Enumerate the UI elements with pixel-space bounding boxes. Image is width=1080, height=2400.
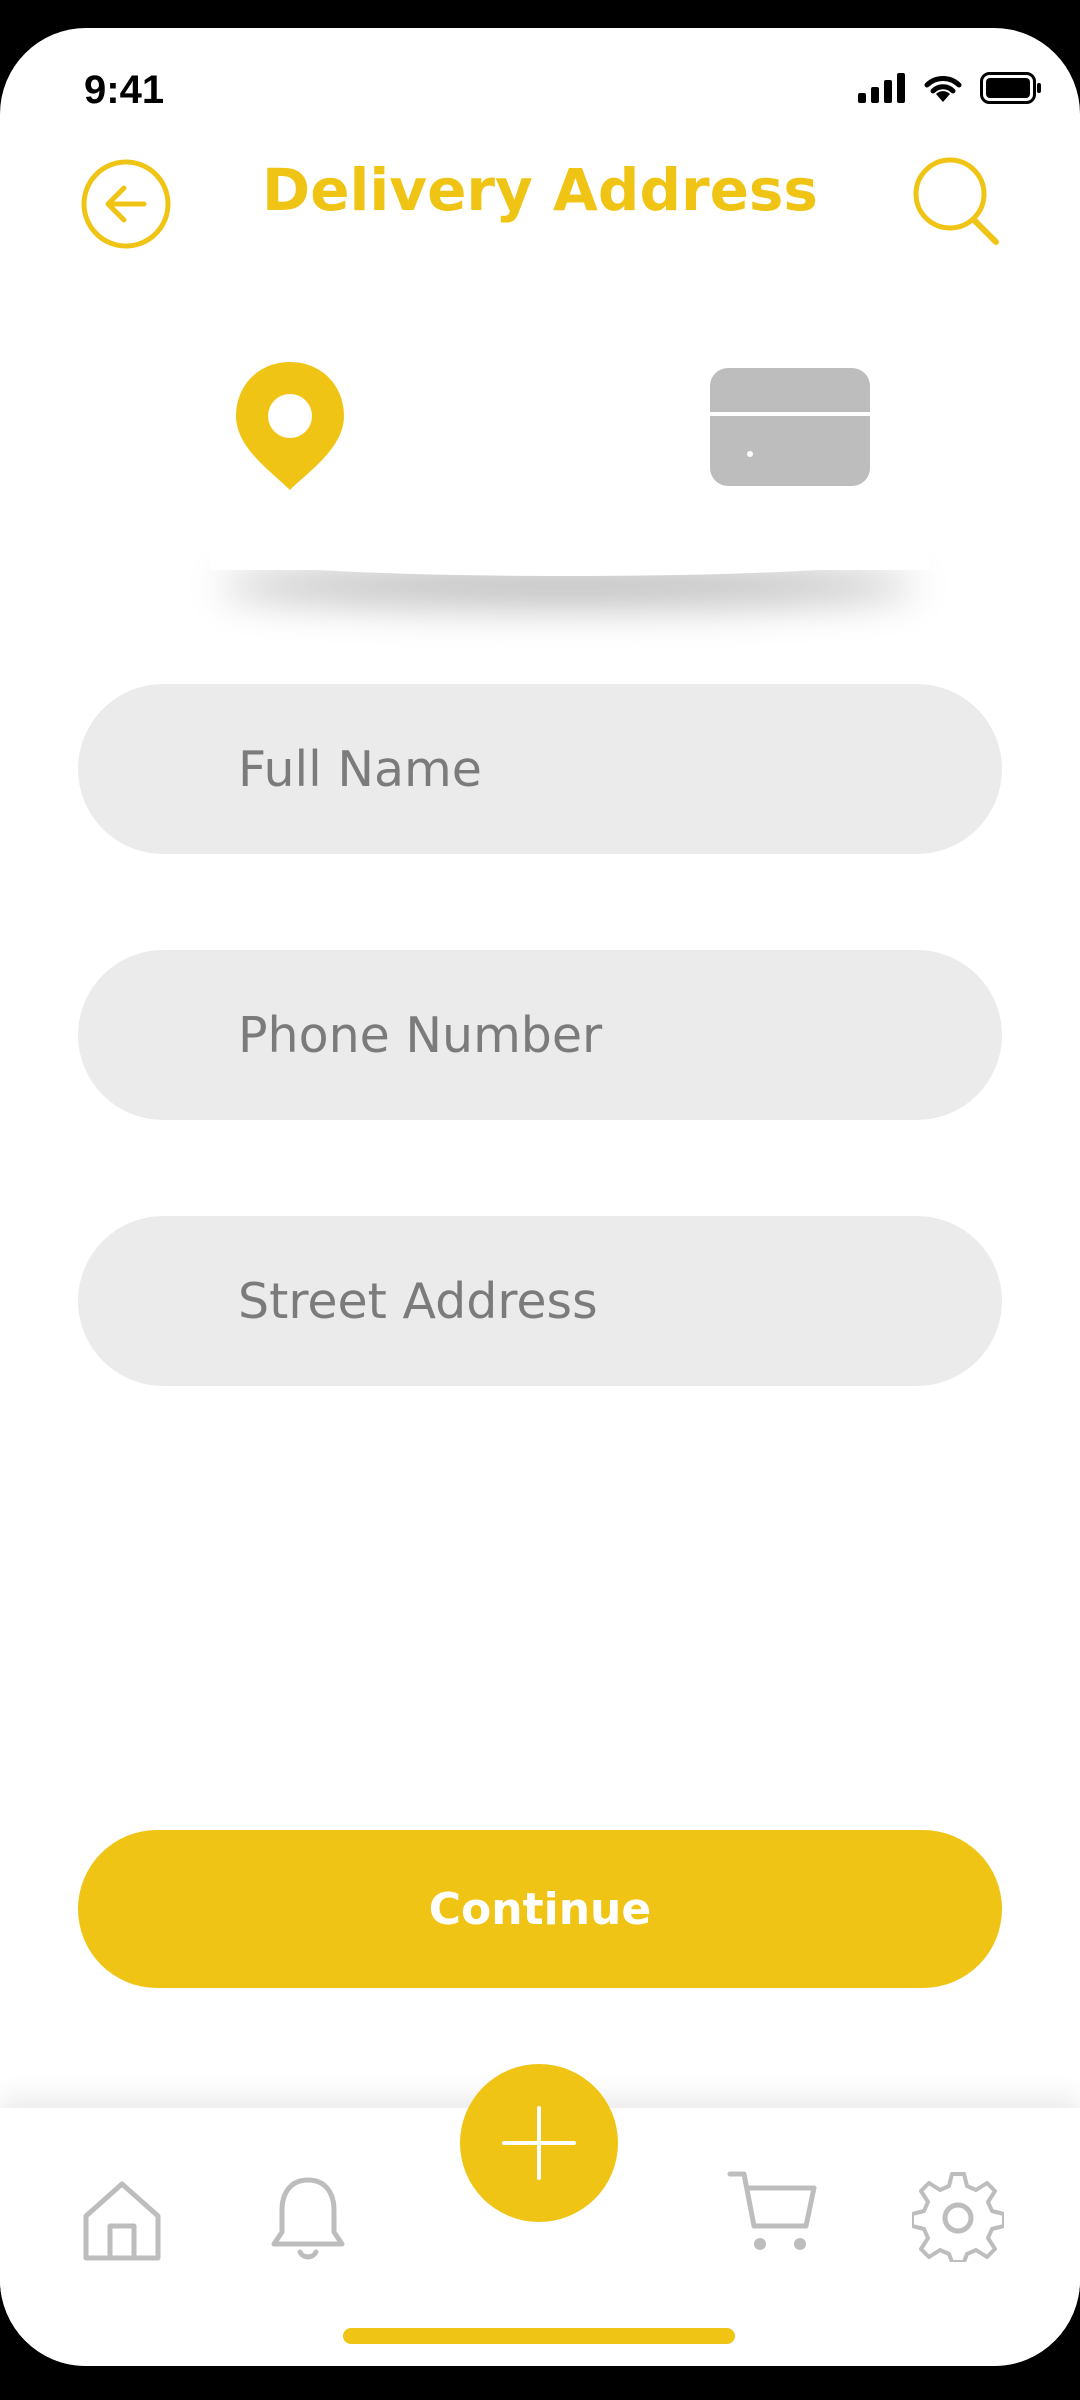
battery-icon (980, 72, 1041, 104)
gear-icon (910, 2172, 1006, 2264)
bell-icon (271, 2177, 345, 2260)
street-address-input[interactable] (238, 1216, 938, 1386)
status-icons (858, 72, 1042, 104)
status-time: 9:41 (84, 68, 165, 112)
phone-number-input[interactable] (238, 950, 938, 1120)
tab-home[interactable] (80, 2178, 164, 2266)
tab-notifications[interactable] (270, 2176, 346, 2270)
home-icon (83, 2181, 161, 2261)
checkout-steps (210, 348, 930, 570)
credit-card-icon[interactable] (710, 368, 870, 486)
full-name-input[interactable] (238, 684, 938, 854)
full-name-field[interactable] (78, 684, 1002, 854)
plus-icon (502, 2106, 576, 2180)
continue-button[interactable]: Continue (78, 1830, 1002, 1988)
home-indicator (343, 2328, 735, 2344)
search-icon (913, 157, 999, 245)
wifi-icon (924, 76, 962, 102)
street-address-field[interactable] (78, 1216, 1002, 1386)
tab-settings[interactable] (910, 2170, 1006, 2266)
signal-icon (858, 73, 905, 103)
tab-cart[interactable] (726, 2168, 818, 2264)
add-button[interactable] (460, 2064, 618, 2222)
phone-number-field[interactable] (78, 950, 1002, 1120)
location-pin-icon[interactable] (234, 360, 346, 492)
search-button[interactable] (910, 156, 1002, 252)
cart-icon (727, 2171, 817, 2250)
app-screen: 9:41 Delivery Address Full Name Phone Nu… (0, 28, 1080, 2366)
